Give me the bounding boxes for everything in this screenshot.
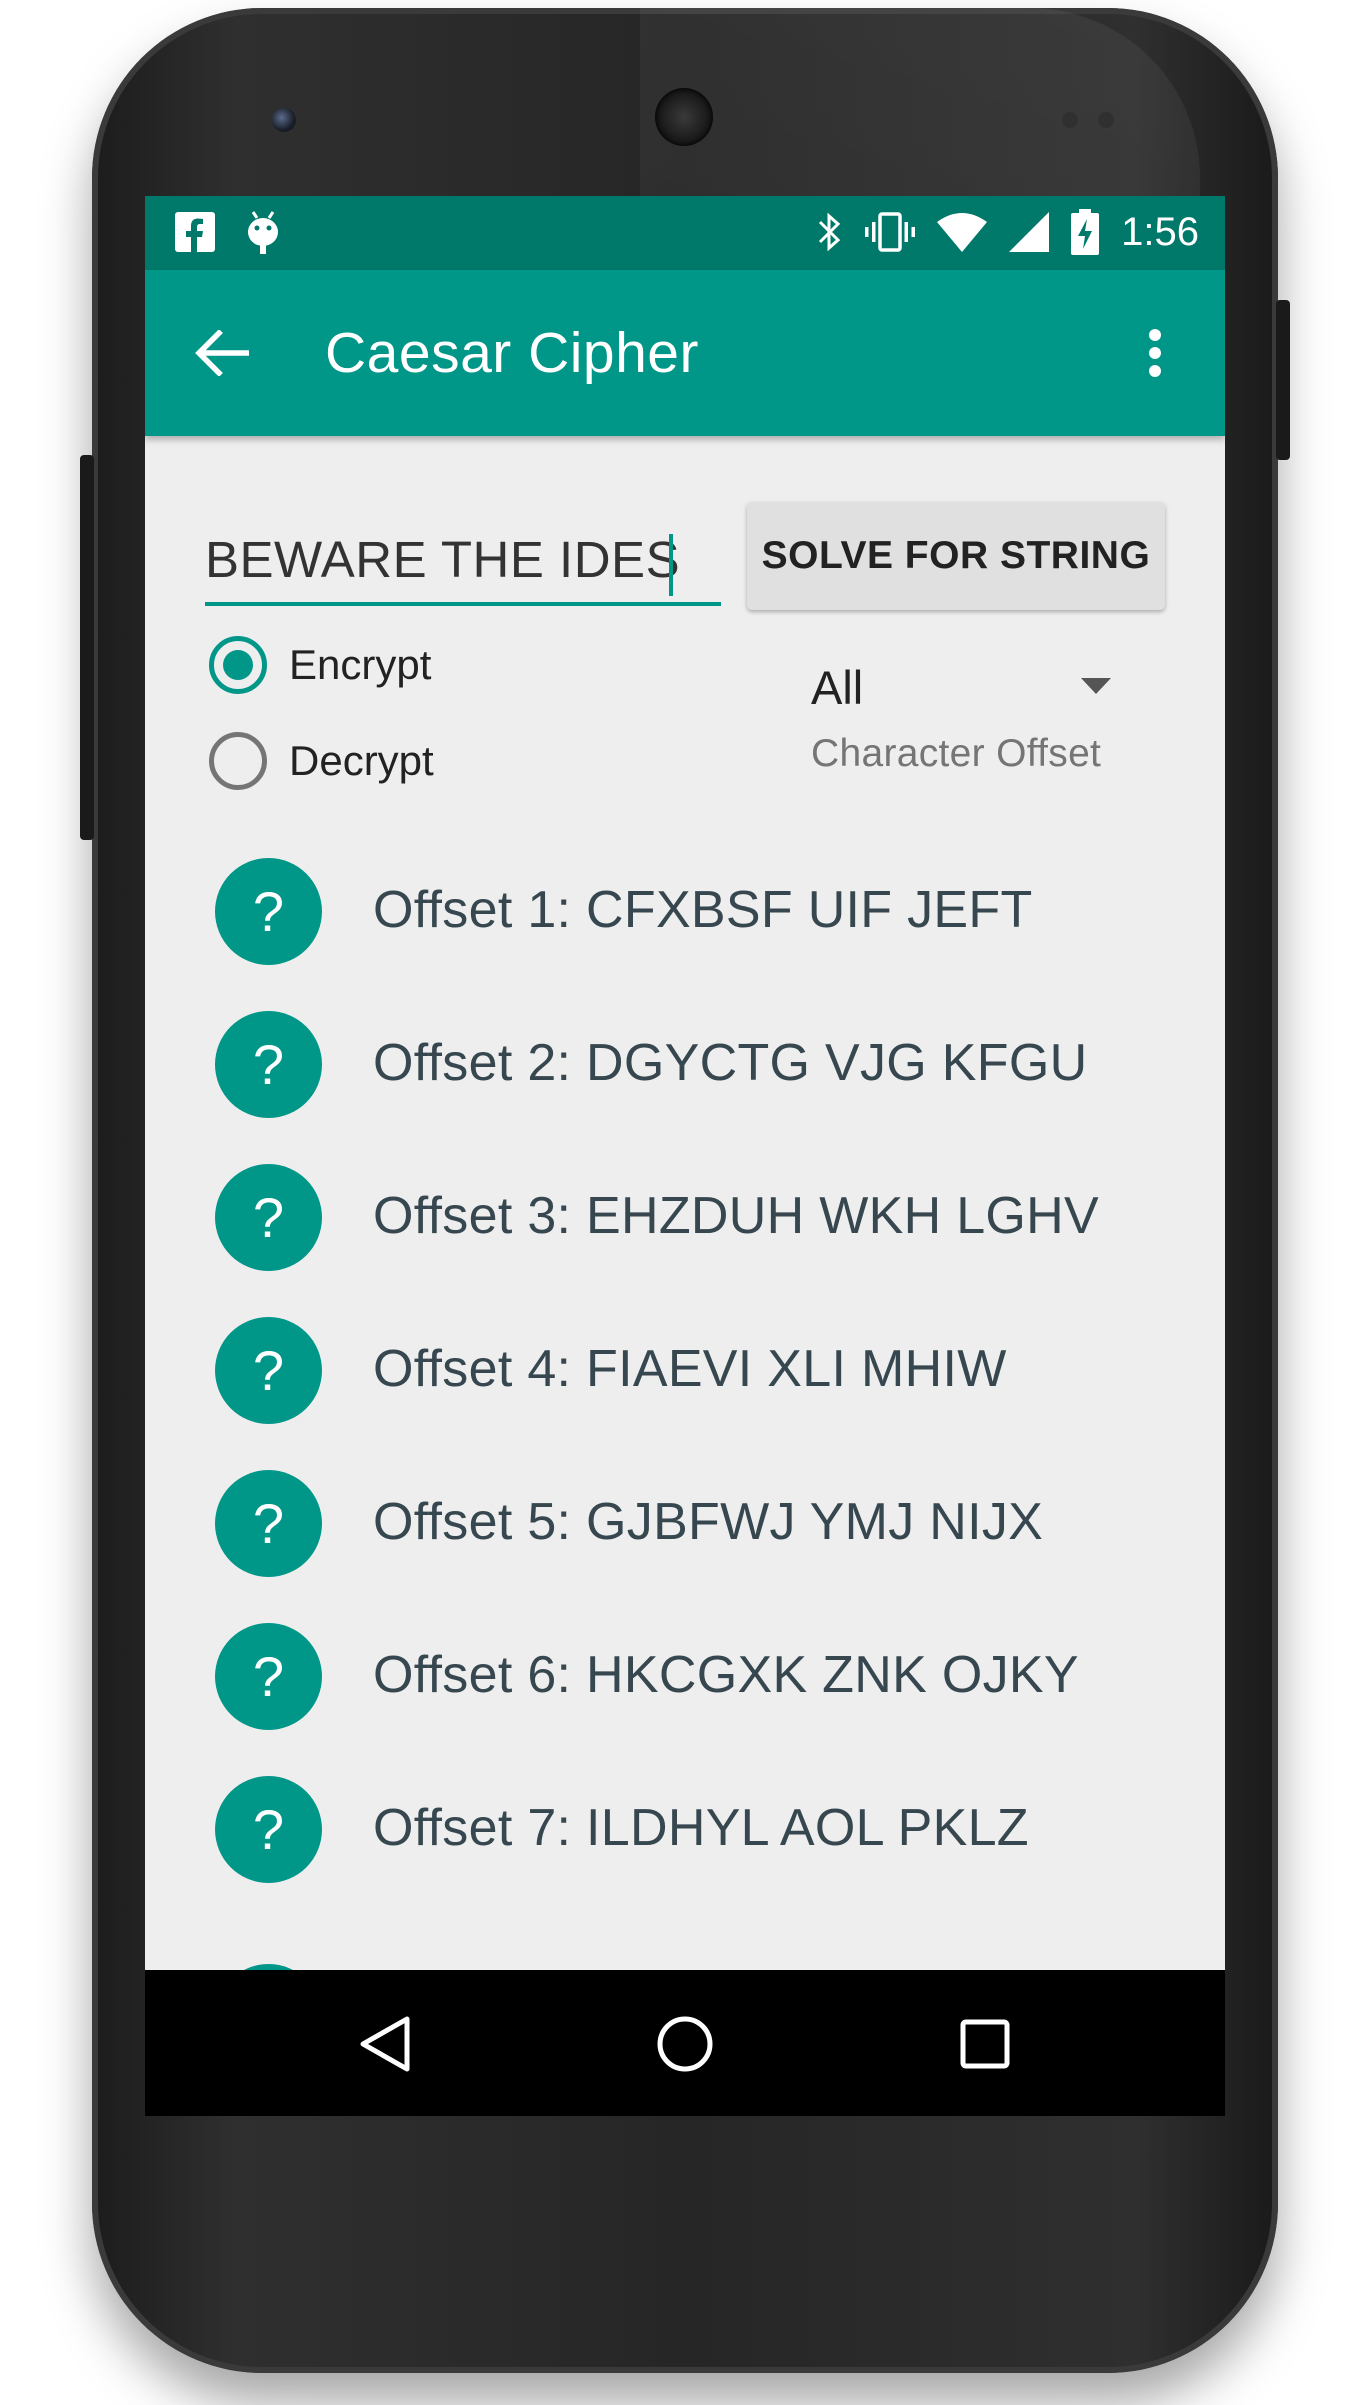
arrow-back-icon bbox=[195, 330, 249, 376]
list-item[interactable]: ? Offset 3: EHZDUH WKH LGHV bbox=[145, 1142, 1225, 1295]
navigation-bar bbox=[145, 1970, 1225, 2116]
result-text: Offset 6: HKCGXK ZNK OJKY bbox=[373, 1646, 1079, 1704]
overflow-menu-button[interactable] bbox=[1127, 318, 1183, 388]
nav-home-icon bbox=[657, 2016, 713, 2072]
spinner-caption: Character Offset bbox=[811, 732, 1102, 775]
decrypt-label: Decrypt bbox=[289, 737, 434, 784]
result-text: Offset 4: FIAEVI XLI MHIW bbox=[373, 1340, 1007, 1398]
earpiece-speaker bbox=[655, 88, 713, 146]
system-icons: 1:56 bbox=[817, 208, 1199, 256]
bluetooth-icon bbox=[817, 210, 843, 254]
decrypt-radio[interactable] bbox=[209, 732, 267, 790]
proximity-sensor bbox=[1062, 112, 1078, 128]
app-bar: Caesar Cipher bbox=[145, 270, 1225, 436]
result-text: Offset 7: ILDHYL AOL PKLZ bbox=[373, 1799, 1029, 1857]
list-item[interactable]: ? Offset 5: GJBFWJ YMJ NIJX bbox=[145, 1448, 1225, 1601]
facebook-icon bbox=[175, 212, 215, 252]
nav-back-icon bbox=[360, 2016, 410, 2072]
question-icon: ? bbox=[215, 1317, 322, 1424]
page-title: Caesar Cipher bbox=[325, 321, 699, 385]
spinner-selected-value: All bbox=[811, 661, 864, 714]
android-debug-icon bbox=[243, 210, 283, 254]
battery-charging-icon bbox=[1071, 209, 1100, 255]
status-bar: 1:56 bbox=[145, 196, 1225, 270]
list-item[interactable]: ? Offset 2: DGYCTG VJG KFGU bbox=[145, 989, 1225, 1142]
power-button bbox=[80, 455, 94, 840]
list-item[interactable]: ? Offset 4: FIAEVI XLI MHIW bbox=[145, 1295, 1225, 1448]
offset-spinner[interactable]: All bbox=[811, 652, 1111, 730]
status-time: 1:56 bbox=[1121, 210, 1199, 254]
encrypt-radio[interactable] bbox=[209, 636, 267, 694]
vibrate-icon bbox=[865, 210, 916, 254]
encrypt-label: Encrypt bbox=[289, 641, 432, 688]
more-vert-icon bbox=[1149, 329, 1161, 377]
question-icon: ? bbox=[215, 1776, 322, 1883]
result-text: Offset 3: EHZDUH WKH LGHV bbox=[373, 1187, 1100, 1245]
text-caret bbox=[669, 534, 673, 596]
nav-back-button[interactable] bbox=[345, 2004, 425, 2084]
light-sensor bbox=[1098, 112, 1114, 128]
list-item[interactable]: ? Offset 7: ILDHYL AOL PKLZ bbox=[145, 1754, 1225, 1907]
plaintext-field[interactable] bbox=[205, 516, 721, 606]
volume-button bbox=[1276, 300, 1290, 460]
result-text: Offset 5: GJBFWJ YMJ NIJX bbox=[373, 1493, 1044, 1551]
question-icon: ? bbox=[215, 1470, 322, 1577]
result-text: Offset 1: CFXBSF UIF JEFT bbox=[373, 881, 1033, 939]
result-text: Offset 2: DGYCTG VJG KFGU bbox=[373, 1034, 1088, 1092]
plaintext-input[interactable] bbox=[205, 516, 721, 602]
solve-for-string-button[interactable]: SOLVE FOR STRING bbox=[747, 502, 1165, 610]
question-icon: ? bbox=[215, 1623, 322, 1730]
nav-home-button[interactable] bbox=[645, 2004, 725, 2084]
cell-signal-icon bbox=[1009, 212, 1050, 252]
dropdown-arrow-icon bbox=[1081, 678, 1111, 694]
question-icon: ? bbox=[215, 858, 322, 965]
wifi-icon bbox=[937, 212, 988, 252]
nav-recents-button[interactable] bbox=[945, 2004, 1025, 2084]
results-list: ? Offset 1: CFXBSF UIF JEFT ? Offset 2: … bbox=[145, 836, 1225, 1907]
notification-icons bbox=[175, 210, 283, 254]
list-item[interactable]: ? Offset 1: CFXBSF UIF JEFT bbox=[145, 836, 1225, 989]
back-button[interactable] bbox=[187, 318, 257, 388]
front-camera bbox=[272, 108, 296, 132]
question-icon: ? bbox=[215, 1011, 322, 1118]
screen: 1:56 Caesar Cipher SOLVE FOR STRING Encr… bbox=[145, 196, 1225, 2116]
decrypt-option[interactable]: Decrypt bbox=[209, 732, 434, 790]
nav-recents-icon bbox=[960, 2019, 1010, 2069]
encrypt-option[interactable]: Encrypt bbox=[209, 636, 431, 694]
question-icon: ? bbox=[215, 1164, 322, 1271]
list-item[interactable]: ? Offset 6: HKCGXK ZNK OJKY bbox=[145, 1601, 1225, 1754]
